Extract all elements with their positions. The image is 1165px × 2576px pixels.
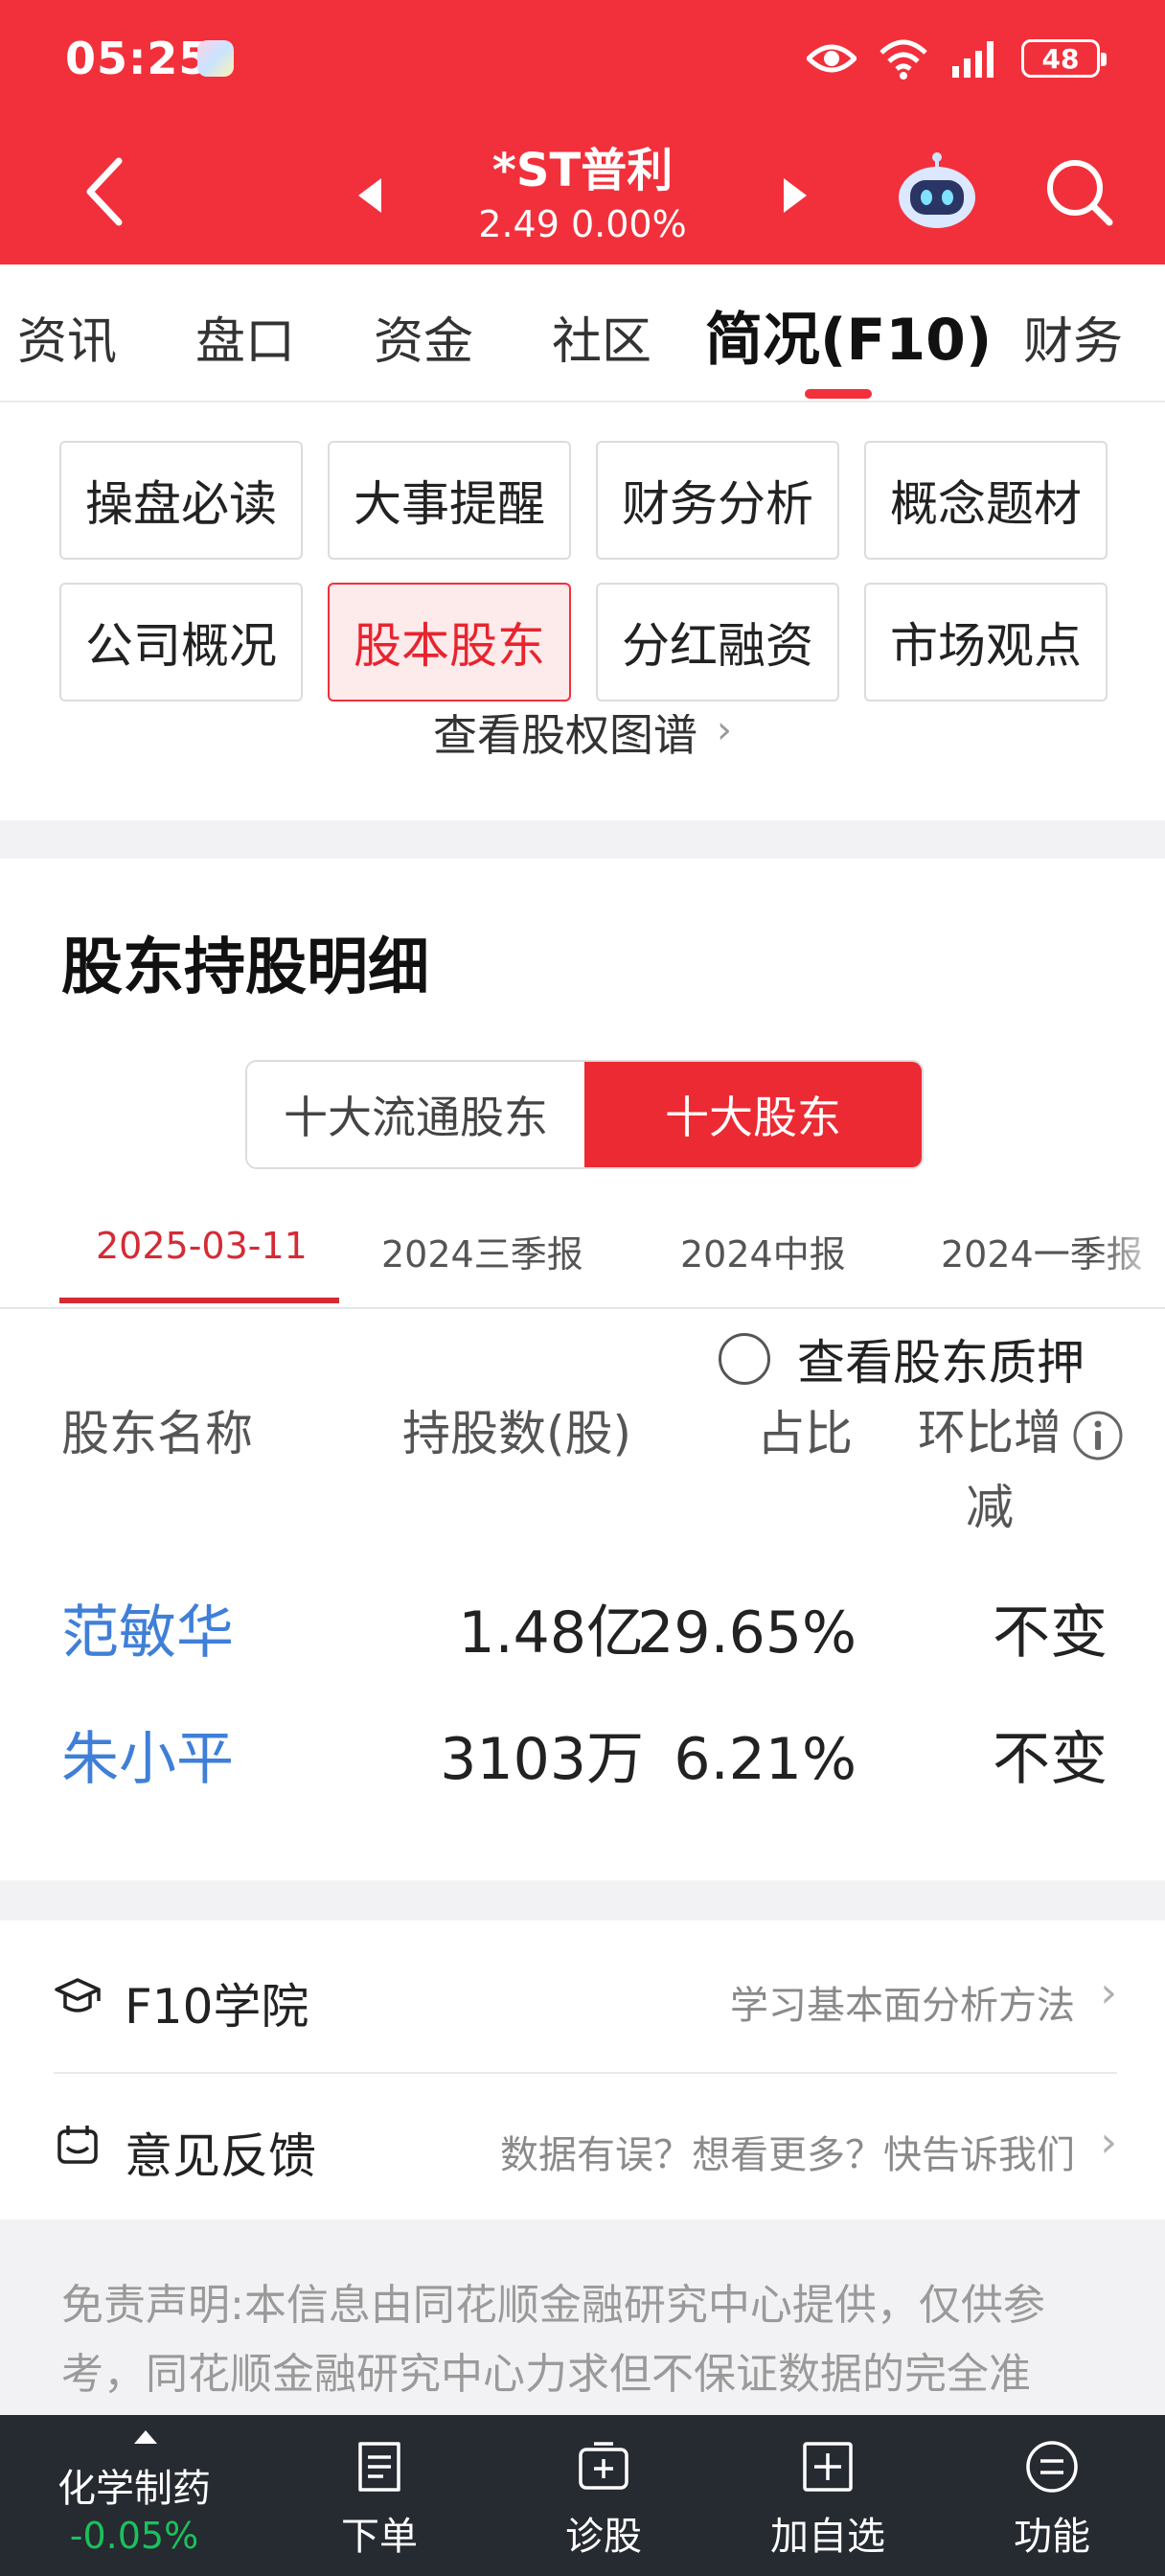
holder-name[interactable]: 范敏华: [61, 1576, 234, 1690]
active-tab-indicator: [805, 389, 872, 399]
active-period-indicator: [59, 1298, 339, 1303]
link-desc: 数据有误？想看更多？快告诉我们: [500, 2133, 1075, 2177]
status-bar: 05:25 48: [0, 0, 1165, 119]
holder-type-switch: 十大流通股东 十大股东: [245, 1060, 924, 1169]
tab-community[interactable]: 社区: [552, 301, 651, 373]
chevron-right-icon: ›: [1100, 1968, 1117, 2017]
tab-funds[interactable]: 资金: [374, 301, 473, 373]
holdings-panel: 股东持股明细 十大流通股东 十大股东 2025-03-11 2024三季报 20…: [0, 859, 1165, 1880]
pledge-toggle[interactable]: 查看股东质押: [719, 1319, 1085, 1399]
battery-icon: 48: [1021, 39, 1107, 78]
subnav-company-profile[interactable]: 公司概况: [59, 583, 303, 702]
segment-top10-float[interactable]: 十大流通股东: [247, 1062, 584, 1167]
status-time: 05:25: [65, 33, 211, 84]
eye-icon: [807, 44, 857, 73]
menu-circle-icon: [1026, 2441, 1078, 2493]
expand-up-icon: [134, 2430, 157, 2444]
holder-ratio: 6.21%: [674, 1726, 857, 1793]
col-header-ratio: 占比: [757, 1406, 853, 1461]
diagnose-button[interactable]: 诊股: [508, 2415, 699, 2576]
wifi-icon: [879, 39, 927, 80]
subnav-concepts[interactable]: 概念题材: [864, 441, 1108, 560]
stock-price: 2.49 0.00%: [478, 203, 687, 245]
subnav-trading-guide[interactable]: 操盘必读: [59, 441, 303, 560]
pledge-radio[interactable]: [719, 1333, 770, 1385]
col-header-shares: 持股数(股): [402, 1406, 632, 1461]
subnav-financial-analysis[interactable]: 财务分析: [596, 441, 839, 560]
link-title: 意见反馈: [125, 2128, 316, 2184]
period-tab-2024h1[interactable]: 2024中报: [680, 1225, 846, 1277]
app-header: 05:25 48 *ST普利 2.49 0.00%: [0, 0, 1165, 264]
battery-level: 48: [1041, 42, 1080, 75]
holder-ratio: 29.65%: [637, 1599, 857, 1667]
search-icon[interactable]: [1042, 155, 1115, 228]
table-row: 范敏华 1.48亿 29.65% 不变: [0, 1576, 1165, 1690]
order-icon: [358, 2442, 400, 2492]
tab-news[interactable]: 资讯: [17, 301, 117, 373]
subnav-events[interactable]: 大事提醒: [328, 441, 571, 560]
tab-quote[interactable]: 盘口: [195, 301, 295, 373]
robot-assistant-icon[interactable]: [893, 146, 981, 234]
equity-map-link[interactable]: 查看股权图谱 ›: [0, 714, 1165, 771]
add-icon: [803, 2442, 853, 2492]
subnav-dividends[interactable]: 分红融资: [596, 583, 839, 702]
period-tabs-fade: [1098, 1196, 1165, 1307]
functions-label: 功能: [1014, 2515, 1090, 2559]
subnav-shareholders[interactable]: 股本股东: [328, 583, 571, 702]
functions-button[interactable]: 功能: [956, 2415, 1148, 2576]
tab-f10[interactable]: 简况(F10): [705, 293, 992, 377]
sector-change: -0.05%: [69, 2515, 199, 2557]
feedback-icon: [57, 2126, 98, 2164]
link-title: F10学院: [125, 1979, 309, 2035]
add-watchlist-button[interactable]: 加自选: [732, 2415, 924, 2576]
holder-change: 不变: [993, 1599, 1108, 1667]
sector-indicator[interactable]: 化学制药 -0.05%: [19, 2415, 249, 2576]
f10-academy-link[interactable]: F10学院 学习基本面分析方法 ›: [54, 1924, 1117, 2070]
pledge-label: 查看股东质押: [797, 1335, 1085, 1391]
back-icon[interactable]: [77, 153, 134, 230]
order-label: 下单: [341, 2515, 418, 2559]
col-header-change: 环比增减: [918, 1405, 1062, 1535]
diagnose-icon: [579, 2442, 628, 2490]
next-stock-icon[interactable]: [772, 167, 820, 224]
add-watchlist-label: 加自选: [770, 2515, 885, 2559]
links-panel: F10学院 学习基本面分析方法 › 意见反馈 数据有误？想看更多？快告诉我们 ›: [0, 1920, 1165, 2220]
segment-top10[interactable]: 十大股东: [584, 1062, 922, 1167]
period-tab-2025-03-11[interactable]: 2025-03-11: [96, 1225, 308, 1267]
chevron-right-icon: ›: [717, 714, 732, 752]
equity-map-label: 查看股权图谱: [433, 714, 697, 761]
f10-sub-nav: 操盘必读 大事提醒 财务分析 概念题材 公司概况 股本股东 分红融资 市场观点 …: [0, 402, 1165, 820]
holder-name[interactable]: 朱小平: [61, 1702, 234, 1817]
stock-name: *ST普利: [491, 144, 674, 197]
holder-change: 不变: [993, 1726, 1108, 1793]
stock-nav: *ST普利 2.49 0.00%: [0, 119, 1165, 264]
order-button[interactable]: 下单: [284, 2415, 475, 2576]
notification-icon: [197, 40, 234, 77]
signal-icon: [952, 41, 994, 78]
disclaimer-text: 免责声明:本信息由同花顺金融研究中心提供，仅供参考，同花顺金融研究中心力求但不保…: [61, 2281, 1045, 2399]
feedback-link[interactable]: 意见反馈 数据有误？想看更多？快告诉我们 ›: [54, 2072, 1117, 2218]
holder-shares: 3103万: [440, 1726, 644, 1793]
section-title: 股东持股明细: [61, 932, 429, 1003]
col-header-name: 股东名称: [61, 1406, 253, 1461]
period-tab-2024q3[interactable]: 2024三季报: [381, 1225, 583, 1277]
status-icons: 48: [807, 33, 1107, 84]
info-icon[interactable]: [1071, 1409, 1125, 1462]
sector-name: 化学制药: [57, 2467, 211, 2511]
link-desc: 学习基本面分析方法: [730, 1984, 1075, 2028]
bottom-toolbar: 化学制药 -0.05% 下单 诊股 加自选 功能: [0, 2415, 1165, 2576]
holder-shares: 1.48亿: [458, 1599, 644, 1667]
diagnose-label: 诊股: [565, 2515, 642, 2559]
subnav-market-views[interactable]: 市场观点: [864, 583, 1108, 702]
table-row: 朱小平 3103万 6.21% 不变: [0, 1702, 1165, 1817]
period-tabs: 2025-03-11 2024三季报 2024中报 2024一季报: [0, 1196, 1165, 1309]
graduation-cap-icon: [55, 1978, 101, 2012]
chevron-right-icon: ›: [1100, 2118, 1117, 2167]
tab-finance[interactable]: 财务: [1023, 301, 1123, 373]
main-tabs: 资讯 盘口 资金 社区 简况(F10) 财务: [0, 264, 1165, 402]
